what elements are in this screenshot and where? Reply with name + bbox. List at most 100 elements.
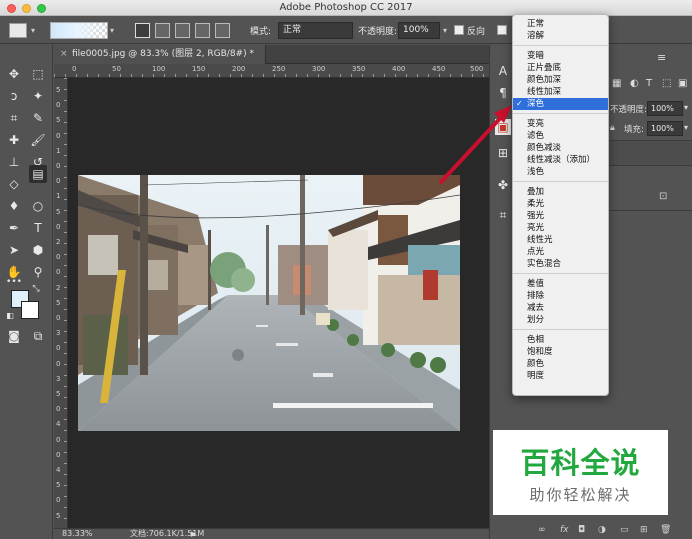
- blend-mode-option[interactable]: 变亮: [513, 118, 608, 130]
- lasso-tool-icon[interactable]: ↄ: [5, 87, 23, 105]
- blend-mode-option[interactable]: 差值: [513, 278, 608, 290]
- filter-shape-icon[interactable]: ⬚: [662, 78, 671, 89]
- properties-panel-icon[interactable]: ⊞: [495, 145, 511, 161]
- close-window-button[interactable]: [7, 4, 16, 13]
- more-tools-icon[interactable]: •••: [5, 273, 23, 291]
- clone-stamp-tool-icon[interactable]: ⊥: [5, 153, 23, 171]
- blend-mode-option[interactable]: 溶解: [513, 30, 608, 42]
- layer-fill-input[interactable]: 100%: [647, 121, 683, 136]
- type-tool-icon[interactable]: T: [29, 219, 47, 237]
- blend-mode-option[interactable]: 线性光: [513, 234, 608, 246]
- blur-tool-icon[interactable]: ♦: [5, 197, 23, 215]
- blend-mode-option[interactable]: ✓ 深色: [513, 98, 608, 110]
- layer-fill-chevron-icon[interactable]: ▾: [684, 123, 688, 132]
- shape-tool-icon[interactable]: ⬢: [29, 241, 47, 259]
- new-layer-icon[interactable]: ⊞: [640, 525, 648, 535]
- linear-gradient-button[interactable]: [135, 23, 150, 38]
- background-color-swatch[interactable]: [21, 301, 39, 319]
- tool-preset-picker[interactable]: [9, 23, 27, 38]
- zoom-window-button[interactable]: [37, 4, 46, 13]
- status-menu-arrow-icon[interactable]: ▶: [191, 529, 196, 539]
- adjustment-layer-icon[interactable]: ◑: [598, 525, 606, 535]
- add-mask-icon[interactable]: ◘: [578, 525, 585, 535]
- opacity-chevron-icon[interactable]: ▾: [443, 26, 447, 35]
- blend-mode-option[interactable]: 饱和度: [513, 346, 608, 358]
- blend-mode-option[interactable]: 线性减淡（添加）: [513, 154, 608, 166]
- blend-mode-option[interactable]: 叠加: [513, 186, 608, 198]
- swap-colors-icon[interactable]: ⤡: [31, 284, 41, 294]
- delete-layer-icon[interactable]: 🗑︎: [660, 525, 671, 535]
- chevron-down-icon[interactable]: ▾: [31, 26, 35, 35]
- zoom-level[interactable]: 83.33%: [62, 529, 93, 539]
- blend-mode-option[interactable]: 强光: [513, 210, 608, 222]
- document-tab[interactable]: × file0005.jpg @ 83.3% (图层 2, RGB/8#) *: [54, 45, 266, 64]
- blend-mode-menu[interactable]: 正常 溶解变暗 正片叠底 颜色加深 线性加深 ✓ 深色变亮 滤色 颜色减淡 线性减淡（添加） 浅色叠…: [512, 14, 609, 396]
- vertical-ruler[interactable]: 5 0 5 0 1 0 0 1 5 0 2 0 0 2 5 0 3 0 0 3 5 0 4 0 0 4 5 0 5: [54, 78, 68, 528]
- blend-mode-option[interactable]: 正常: [513, 18, 608, 30]
- angle-gradient-button[interactable]: [175, 23, 190, 38]
- blend-mode-option[interactable]: 滤色: [513, 130, 608, 142]
- panel-menu-icon[interactable]: ≡: [657, 51, 666, 64]
- blend-mode-option[interactable]: 线性加深: [513, 86, 608, 98]
- move-tool-icon[interactable]: ✥: [5, 65, 23, 83]
- quick-mask-icon[interactable]: ◙: [5, 327, 23, 345]
- zoom-tool-icon[interactable]: ⚲: [29, 263, 47, 281]
- gradient-tool-icon[interactable]: ▤: [29, 165, 47, 183]
- blend-mode-option[interactable]: 色相: [513, 334, 608, 346]
- crop-history-panel-icon[interactable]: ⌗: [495, 207, 511, 223]
- crop-tool-icon[interactable]: ⌗: [5, 109, 23, 127]
- magic-wand-tool-icon[interactable]: ✦: [29, 87, 47, 105]
- libraries-panel-icon[interactable]: ✤: [495, 177, 511, 193]
- minimize-window-button[interactable]: [22, 4, 31, 13]
- blend-mode-option[interactable]: 实色混合: [513, 258, 608, 270]
- new-group-icon[interactable]: ▭: [620, 525, 629, 535]
- eraser-tool-icon[interactable]: ◇: [5, 175, 23, 193]
- close-tab-icon[interactable]: ×: [60, 45, 68, 64]
- color-panel-icon[interactable]: ▣: [495, 119, 511, 135]
- radial-gradient-button[interactable]: [155, 23, 170, 38]
- document-image[interactable]: [78, 175, 460, 431]
- blend-mode-option[interactable]: 颜色: [513, 358, 608, 370]
- blend-mode-option[interactable]: 排除: [513, 290, 608, 302]
- filter-smart-object-icon[interactable]: ▣: [678, 78, 687, 89]
- layer-opacity-input[interactable]: 100%: [647, 101, 683, 116]
- layer-opacity-chevron-icon[interactable]: ▾: [684, 103, 688, 112]
- blend-mode-option[interactable]: 颜色减淡: [513, 142, 608, 154]
- lock-all-icon[interactable]: 🔒︎: [610, 123, 615, 133]
- path-selection-tool-icon[interactable]: ➤: [5, 241, 23, 259]
- horizontal-ruler[interactable]: 0 50 100 150 200 250 300 350 400 450 500: [54, 64, 489, 78]
- diamond-gradient-button[interactable]: [215, 23, 230, 38]
- link-layers-icon[interactable]: ∞: [538, 525, 546, 535]
- marquee-tool-icon[interactable]: ⬚: [29, 65, 47, 83]
- gradient-picker-chevron-icon[interactable]: ▾: [110, 26, 114, 35]
- character-panel-icon[interactable]: A: [495, 63, 511, 79]
- gradient-editor-swatch[interactable]: [50, 22, 108, 39]
- layer-style-icon[interactable]: fx: [560, 525, 569, 535]
- blend-mode-option[interactable]: 柔光: [513, 198, 608, 210]
- opacity-input[interactable]: 100%: [398, 22, 440, 39]
- mode-select[interactable]: 正常: [278, 22, 353, 39]
- dither-checkbox[interactable]: [497, 25, 507, 35]
- filter-pixel-icon[interactable]: ▦: [612, 78, 621, 89]
- paragraph-panel-icon[interactable]: ¶: [495, 85, 511, 101]
- brush-tool-icon[interactable]: 🖌: [29, 131, 47, 149]
- default-colors-icon[interactable]: ◧: [5, 311, 15, 321]
- healing-brush-tool-icon[interactable]: ✚: [5, 131, 23, 149]
- eyedropper-tool-icon[interactable]: ✎: [29, 109, 47, 127]
- screen-mode-icon[interactable]: ⧉: [29, 327, 47, 345]
- blend-mode-option[interactable]: 变暗: [513, 50, 608, 62]
- blend-mode-option[interactable]: 减去: [513, 302, 608, 314]
- blend-mode-option[interactable]: 浅色: [513, 166, 608, 178]
- dodge-tool-icon[interactable]: ○: [29, 197, 47, 215]
- reflected-gradient-button[interactable]: [195, 23, 210, 38]
- blend-mode-option[interactable]: 正片叠底: [513, 62, 608, 74]
- blend-mode-option[interactable]: 点光: [513, 246, 608, 258]
- blend-mode-option[interactable]: 划分: [513, 314, 608, 326]
- blend-mode-option[interactable]: 亮光: [513, 222, 608, 234]
- pen-tool-icon[interactable]: ✒: [5, 219, 23, 237]
- reverse-checkbox[interactable]: [454, 25, 464, 35]
- filter-type-icon[interactable]: T: [646, 78, 652, 89]
- blend-mode-option[interactable]: 明度: [513, 370, 608, 382]
- blend-mode-option[interactable]: 颜色加深: [513, 74, 608, 86]
- filter-adjustment-icon[interactable]: ◐: [630, 78, 639, 89]
